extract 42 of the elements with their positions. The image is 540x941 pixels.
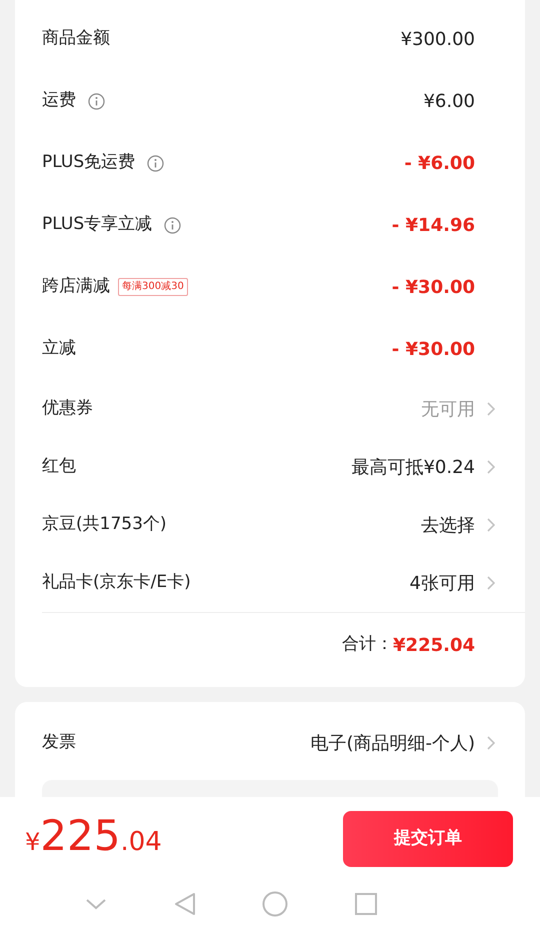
row-value: 无可用 (421, 398, 475, 422)
row-label: 运费 (42, 89, 76, 112)
total-price: ¥225.04 (25, 815, 162, 862)
list-item[interactable]: 京豆(共1753个) 去选择 (15, 496, 525, 554)
chevron-right-icon (487, 402, 495, 416)
submit-button[interactable]: 提交订单 (343, 810, 513, 866)
total-label: 合计： (342, 633, 394, 656)
row-label: 立减 (42, 337, 76, 360)
row-label: 发票 (42, 731, 76, 754)
list-item[interactable]: 礼品卡(京东卡/E卡) 4张可用 (15, 554, 525, 612)
chevron-right-icon (487, 518, 495, 532)
row-value: - ¥6.00 (404, 152, 475, 176)
row-value: 4张可用 (410, 572, 475, 596)
row-label: 礼品卡(京东卡/E卡) (42, 571, 191, 594)
row-label: 红包 (42, 455, 76, 478)
promo-tag: 每满300减30 (118, 278, 188, 296)
recents-icon[interactable] (354, 892, 377, 914)
chevron-right-icon (487, 576, 495, 590)
row-label: 优惠券 (42, 397, 93, 420)
row-value: 最高可抵¥0.24 (351, 456, 475, 480)
row-label: 京豆(共1753个) (42, 513, 167, 536)
row-value: - ¥30.00 (392, 276, 475, 300)
list-item[interactable]: 红包 最高可抵¥0.24 (15, 438, 525, 496)
row-label: 商品金额 (42, 27, 110, 50)
chevron-down-icon[interactable] (85, 898, 108, 910)
row-value: 电子(商品明细-个人) (310, 732, 475, 756)
back-icon[interactable] (174, 892, 196, 916)
row-label: 跨店满减 (42, 275, 110, 298)
row-value: ¥6.00 (423, 90, 475, 114)
row-label: PLUS专享立减 (42, 213, 152, 236)
row-value: ¥300.00 (400, 28, 475, 52)
chevron-right-icon (487, 736, 495, 750)
chevron-right-icon (487, 460, 495, 474)
row-value: - ¥14.96 (392, 214, 475, 238)
info-icon[interactable] (147, 154, 164, 172)
row-value: 去选择 (421, 514, 475, 538)
home-icon[interactable] (262, 890, 288, 916)
info-icon[interactable] (88, 92, 105, 110)
info-icon[interactable] (164, 216, 182, 234)
row-label: PLUS免运费 (42, 151, 136, 174)
total-value: ¥225.04 (393, 634, 475, 658)
row-value: - ¥30.00 (392, 338, 475, 362)
